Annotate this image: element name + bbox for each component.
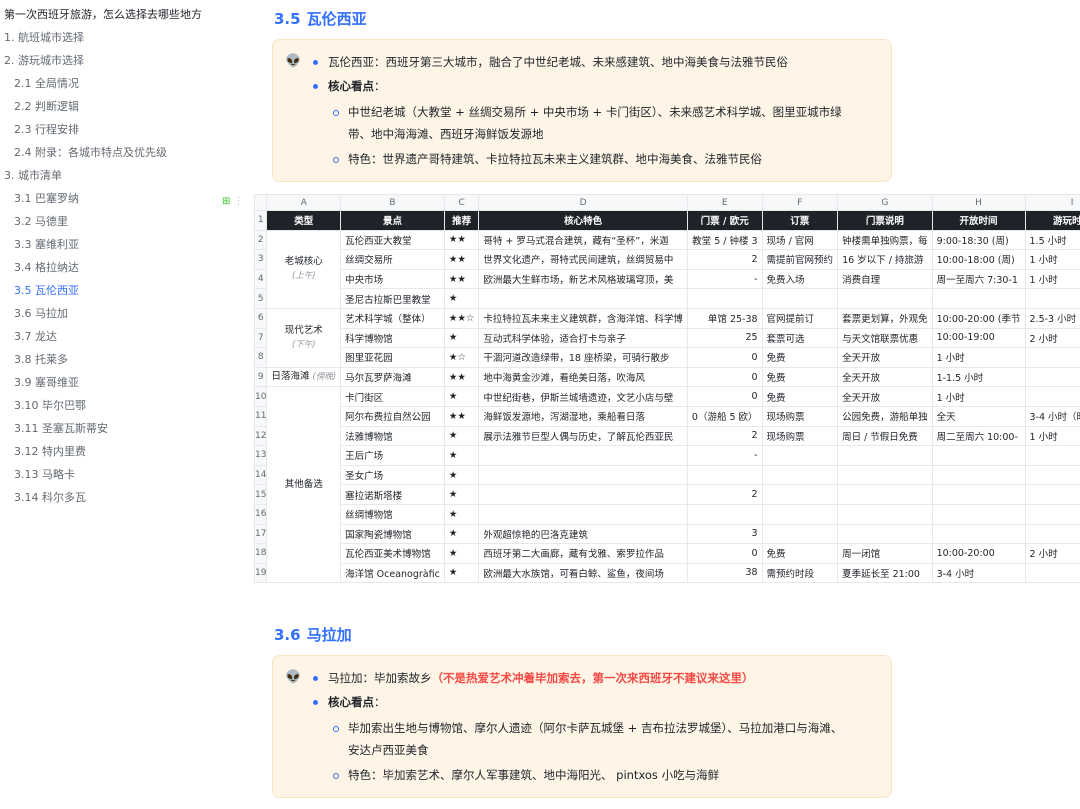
highlight-line: 安达卢西亚美食 — [348, 743, 429, 757]
toc-item[interactable]: 3.10 毕尔巴鄂 — [14, 399, 86, 413]
toc-item[interactable]: 2.3 行程安排 — [14, 123, 79, 137]
row-number[interactable]: 1 — [253, 210, 268, 231]
toc-item[interactable]: 3.2 马德里 — [14, 215, 68, 229]
intro-prefix: 马拉加：毕加索故乡 — [328, 671, 432, 685]
row-number[interactable]: 14 — [253, 464, 268, 486]
section-heading-malaga: 3.6 马拉加 — [274, 624, 352, 645]
toc-item[interactable]: 3.13 马略卡 — [14, 468, 75, 482]
row-number[interactable]: 10 — [253, 386, 268, 407]
toc-item-active[interactable]: 3.5 瓦伦西亚 — [14, 284, 79, 298]
core-highlights-label: 核心看点： — [328, 692, 386, 712]
toc-item[interactable]: 3.1 巴塞罗纳 — [14, 192, 79, 206]
sheet-block-handle[interactable]: ⊞ ⋮ — [222, 196, 244, 207]
toc-item[interactable]: 2. 游玩城市选择 — [4, 54, 84, 68]
callout-intro: 马拉加：毕加索故乡（不是热爱艺术冲着毕加索去，第一次来西班牙不建议来这里） — [328, 668, 754, 688]
row-number[interactable]: 8 — [253, 347, 268, 368]
row-number[interactable]: 11 — [253, 405, 268, 427]
row-number[interactable]: 6 — [253, 307, 268, 329]
feature-line: 特色：毕加索艺术、摩尔人军事建筑、地中海阳光、 pintxos 小吃与海鲜 — [348, 768, 720, 782]
row-number[interactable]: 19 — [253, 562, 268, 584]
heading-number: 3.6 — [274, 626, 301, 644]
toc-item[interactable]: 3.3 塞维利亚 — [14, 238, 79, 252]
toc-item[interactable]: 3.9 塞哥维亚 — [14, 376, 79, 390]
row-number[interactable]: 16 — [253, 503, 268, 525]
toc-item[interactable]: 2.1 全局情况 — [14, 77, 79, 91]
bullet-circle-icon — [333, 773, 339, 779]
intro-warning: （不是热爱艺术冲着毕加索去，第一次来西班牙不建议来这里） — [431, 671, 754, 685]
row-number[interactable]: 15 — [253, 484, 268, 505]
toc-item[interactable]: 3.14 科尔多瓦 — [14, 491, 86, 505]
row-number[interactable]: 13 — [253, 445, 268, 466]
toc-item[interactable]: 3.7 龙达 — [14, 330, 57, 344]
toc-item[interactable]: 3.6 马拉加 — [14, 307, 68, 321]
core-label-colon: ： — [374, 695, 386, 709]
row-number[interactable]: 4 — [253, 268, 268, 290]
alien-emoji-icon: 👽 — [285, 670, 302, 685]
toc-item[interactable]: 3. 城市清单 — [4, 169, 62, 183]
row-number[interactable]: 9 — [253, 366, 268, 388]
toc-item[interactable]: 3.4 格拉纳达 — [14, 261, 79, 275]
heading-title: 马拉加 — [306, 626, 352, 644]
drag-handle-icon[interactable]: ⋮ — [234, 196, 244, 207]
bullet-circle-icon — [333, 726, 339, 732]
highlight-line: 毕加索出生地与博物馆、摩尔人遗迹（阿尔卡萨瓦城堡 + 吉布拉法罗城堡）、马拉加港… — [348, 721, 843, 735]
toc-sidebar: 第一次西班牙旅游，怎么选择去哪些地方 1. 航班城市选择 2. 游玩城市选择 2… — [0, 0, 240, 809]
core-label-text: 核心看点 — [328, 695, 374, 709]
row-number[interactable]: 12 — [253, 425, 268, 447]
toc-item[interactable]: 2.2 判断逻辑 — [14, 100, 79, 114]
toc-item[interactable]: 1. 航班城市选择 — [4, 31, 84, 45]
toc-item[interactable]: 3.12 特内里费 — [14, 445, 86, 459]
toc-item[interactable]: 3.8 托莱多 — [14, 353, 68, 367]
toc-root-title[interactable]: 第一次西班牙旅游，怎么选择去哪些地方 — [4, 8, 202, 22]
bullet-dot-icon — [313, 676, 318, 681]
corner-cell[interactable] — [253, 194, 268, 211]
grid-add-icon[interactable]: ⊞ — [222, 196, 230, 207]
row-number[interactable]: 5 — [253, 288, 268, 309]
callout-malaga: 👽 马拉加：毕加索故乡（不是热爱艺术冲着毕加索去，第一次来西班牙不建议来这里） … — [272, 655, 892, 798]
row-number[interactable]: 3 — [253, 249, 268, 270]
row-number[interactable]: 2 — [253, 229, 268, 251]
toc-item[interactable]: 2.4 附录：各城市特点及优先级 — [14, 146, 167, 160]
row-number[interactable]: 7 — [253, 327, 268, 349]
bullet-dot-icon — [313, 700, 318, 705]
row-number[interactable]: 17 — [253, 523, 268, 545]
toc-item[interactable]: 3.11 圣塞瓦斯蒂安 — [14, 422, 108, 436]
row-number[interactable]: 18 — [253, 543, 268, 564]
doc-main-lower: 3.6 马拉加 👽 马拉加：毕加索故乡（不是热爱艺术冲着毕加索去，第一次来西班牙不… — [270, 0, 1080, 809]
